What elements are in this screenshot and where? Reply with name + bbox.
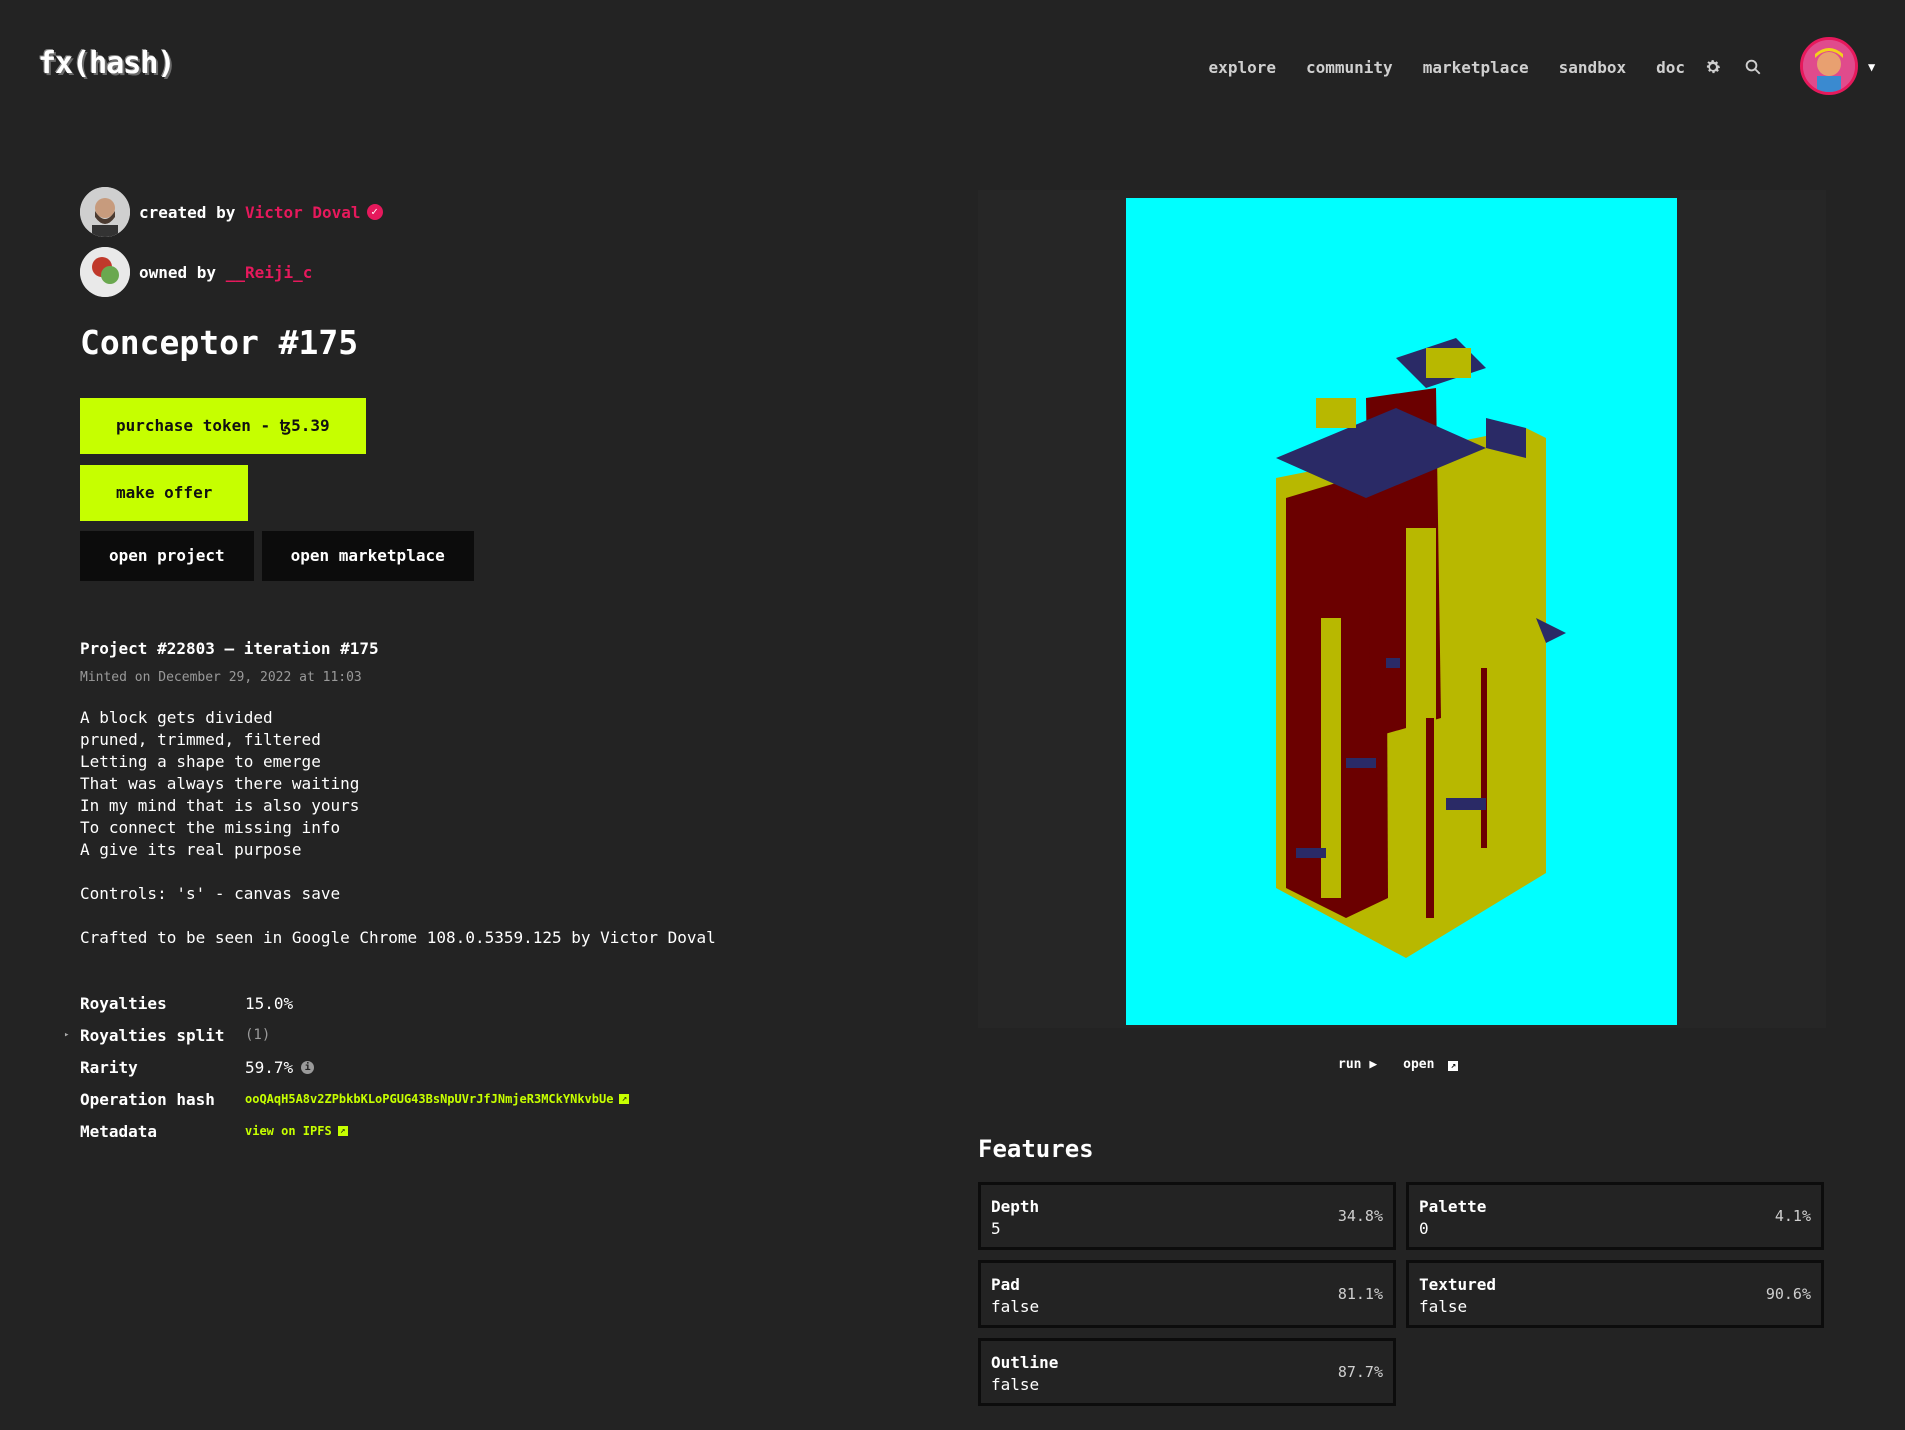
token-details: created by Victor Doval ✓ owned by __Rei… [64, 187, 860, 1147]
feature-value: false [991, 1297, 1040, 1316]
purchase-token-button[interactable]: purchase token - ꜩ5.39 [80, 398, 366, 454]
feature-card: Outline false 87.7% [978, 1338, 1396, 1406]
token-title: Conceptor #175 [80, 323, 359, 362]
feature-value: false [991, 1375, 1040, 1394]
owner-prefix: owned by [139, 262, 217, 282]
verified-badge-icon: ✓ [366, 204, 383, 220]
feature-rarity: 81.1% [1337, 1285, 1383, 1303]
open-artwork-button[interactable]: open ↗ [1403, 1057, 1459, 1072]
creator-prefix: created by [139, 202, 236, 222]
creator-name-link[interactable]: Victor Doval [245, 203, 361, 222]
operation-hash-label: Operation hash [80, 1089, 215, 1109]
nav-sandbox[interactable]: sandbox [1559, 58, 1626, 77]
fxhash-logo[interactable]: fx(hash) [38, 46, 175, 81]
metadata-ipfs-link[interactable]: view on IPFS [245, 1124, 332, 1138]
feature-card: Pad false 81.1% [978, 1260, 1396, 1328]
external-link-icon[interactable]: ↗ [619, 1094, 630, 1104]
nav-community[interactable]: community [1306, 58, 1393, 77]
play-icon: ▶ [1369, 1057, 1378, 1072]
run-button[interactable]: run ▶ [1338, 1057, 1377, 1072]
feature-name: Textured [1419, 1275, 1497, 1294]
generative-artwork-image [1126, 198, 1677, 1025]
creator-row: created by Victor Doval ✓ [80, 187, 860, 237]
chevron-right-icon[interactable]: ▸ [64, 1030, 69, 1040]
gear-icon[interactable] [1704, 58, 1722, 81]
feature-rarity: 34.8% [1337, 1207, 1383, 1225]
owner-row: owned by __Reiji_c [80, 247, 860, 297]
minted-date: Minted on December 29, 2022 at 11:03 [80, 670, 362, 685]
owner-name-link[interactable]: __Reiji_c [226, 263, 313, 282]
project-description: A block gets divided pruned, trimmed, fi… [80, 708, 716, 947]
feature-rarity: 90.6% [1765, 1285, 1811, 1303]
feature-value: 5 [991, 1219, 1001, 1238]
artwork-controls: run ▶ open ↗ [1338, 1057, 1459, 1072]
royalties-row: Royalties 15.0% [80, 987, 860, 1019]
operation-hash-row: Operation hash ooQAqH5A8v2ZPbkbKLoPGUG43… [80, 1083, 860, 1115]
metadata-label: Metadata [80, 1121, 158, 1141]
info-icon[interactable]: i [301, 1060, 315, 1074]
external-link-icon: ↗ [1448, 1061, 1459, 1071]
royalties-split-row[interactable]: ▸ Royalties split (1) [64, 1019, 860, 1051]
feature-value: 0 [1419, 1219, 1429, 1238]
feature-card: Depth 5 34.8% [978, 1182, 1396, 1250]
feature-rarity: 87.7% [1337, 1363, 1383, 1381]
feature-rarity: 4.1% [1774, 1207, 1811, 1225]
nav-explore[interactable]: explore [1209, 58, 1276, 77]
operation-hash-link[interactable]: ooQAqH5A8v2ZPbkbKLoPGUG43BsNpUVrJfJNmjeR… [245, 1092, 613, 1106]
chevron-down-icon[interactable]: ▼ [1868, 60, 1875, 74]
main-nav: explore community marketplace sandbox do… [1209, 58, 1685, 77]
feature-name: Outline [991, 1353, 1059, 1372]
feature-card: Palette 0 4.1% [1406, 1182, 1824, 1250]
royalties-label: Royalties [80, 993, 167, 1013]
rarity-value: 59.7% [245, 1057, 294, 1077]
rarity-row: Rarity 59.7% i [80, 1051, 860, 1083]
search-icon[interactable] [1744, 58, 1762, 81]
royalties-split-label[interactable]: Royalties split [80, 1026, 245, 1045]
feature-name: Palette [1419, 1197, 1487, 1216]
nav-marketplace[interactable]: marketplace [1423, 58, 1529, 77]
nav-doc[interactable]: doc [1656, 58, 1685, 77]
project-heading: Project #22803 – iteration #175 [80, 639, 379, 658]
open-project-button[interactable]: open project [80, 531, 254, 581]
user-avatar[interactable] [1800, 37, 1858, 95]
feature-card: Textured false 90.6% [1406, 1260, 1824, 1328]
feature-name: Depth [991, 1197, 1040, 1216]
owner-avatar[interactable] [80, 247, 130, 297]
features-title: Features [978, 1135, 1094, 1163]
creator-avatar[interactable] [80, 187, 130, 237]
open-marketplace-button[interactable]: open marketplace [261, 531, 474, 581]
rarity-label: Rarity [80, 1057, 138, 1077]
external-link-icon[interactable]: ↗ [337, 1126, 348, 1136]
artwork-preview[interactable] [1126, 198, 1677, 1025]
token-properties: Royalties 15.0% ▸ Royalties split (1) Ra… [64, 987, 860, 1147]
make-offer-button[interactable]: make offer [80, 465, 249, 521]
royalties-split-count: (1) [245, 1027, 271, 1043]
metadata-row: Metadata view on IPFS ↗ [80, 1115, 860, 1147]
feature-name: Pad [991, 1275, 1020, 1294]
feature-value: false [1419, 1297, 1468, 1316]
royalties-value: 15.0% [245, 993, 294, 1013]
